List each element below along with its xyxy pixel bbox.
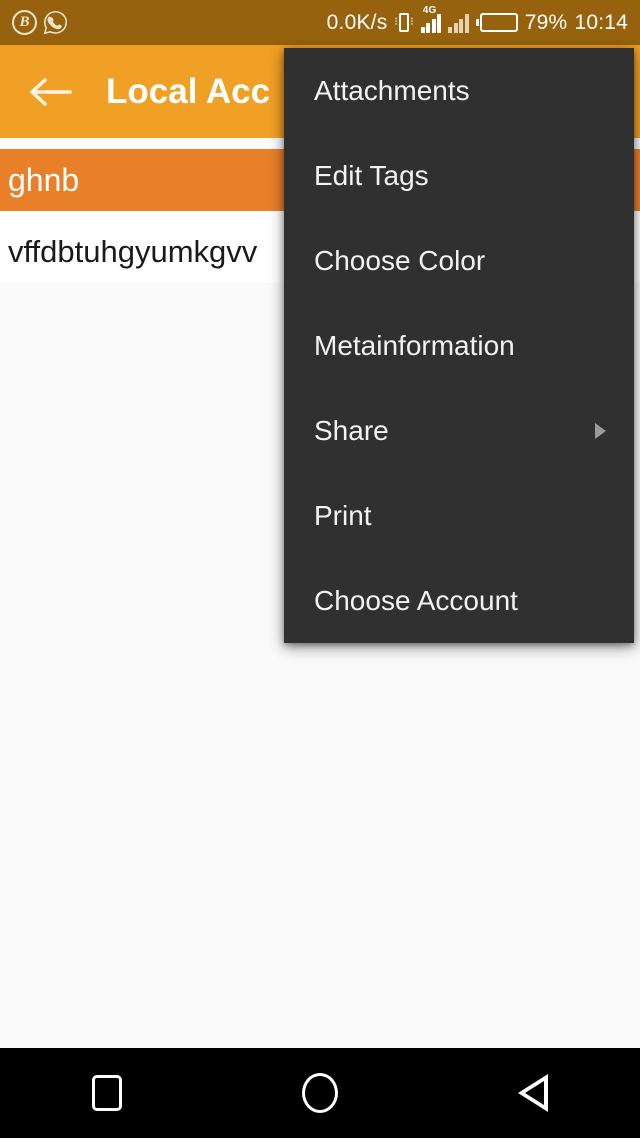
battery-percent-text: 79%: [524, 10, 568, 34]
network-speed-text: 0.0K/s: [326, 10, 388, 34]
signal-bar-4: [464, 13, 469, 33]
menu-item-choose-account[interactable]: Choose Account: [284, 558, 634, 643]
signal-bar-4: [437, 13, 442, 33]
signal-sim1-icon: 4G: [420, 5, 442, 33]
battery-tip: [475, 19, 479, 26]
menu-item-label: Metainformation: [314, 329, 515, 361]
battery-shell: [479, 13, 518, 32]
vibrate-phone-body: [399, 13, 410, 32]
menu-item-label: Attachments: [314, 74, 470, 106]
signal-bars-sim1: [420, 13, 442, 33]
signal-bar-1: [448, 26, 453, 33]
menu-item-share[interactable]: Share: [284, 388, 634, 473]
menu-item-label: Edit Tags: [314, 159, 429, 191]
chevron-right-icon: [595, 422, 606, 439]
menu-item-print[interactable]: Print: [284, 473, 634, 558]
menu-item-edit-tags[interactable]: Edit Tags: [284, 133, 634, 218]
battery-icon: [475, 13, 518, 32]
triangle-left-icon: [518, 1074, 549, 1112]
page-title: Local Acc: [106, 71, 271, 111]
network-type-label: 4G: [422, 4, 437, 16]
menu-item-label: Print: [314, 499, 372, 531]
back-arrow-icon[interactable]: [22, 64, 78, 120]
status-bar-right-indicators: 0.0K/s ⁝ ⁝ 4G 79% 10:14: [326, 5, 628, 35]
circle-icon: [301, 1073, 338, 1113]
android-navigation-bar: [0, 1048, 640, 1138]
recents-button[interactable]: [57, 1061, 157, 1125]
signal-bar-1: [420, 26, 425, 33]
whatsapp-icon: [43, 10, 68, 35]
signal-bar-2: [426, 22, 431, 33]
clock-text: 10:14: [574, 10, 628, 34]
overflow-menu[interactable]: Attachments Edit Tags Choose Color Metai…: [284, 48, 634, 643]
browser-b-icon-glyph: B: [19, 14, 30, 30]
signal-bar-2: [453, 22, 458, 33]
status-bar: B 0.0K/s ⁝ ⁝ 4G 79% 10:14: [0, 0, 640, 45]
signal-bar-3: [459, 18, 464, 33]
menu-item-attachments[interactable]: Attachments: [284, 48, 634, 133]
note-title-text: ghnb: [8, 161, 80, 198]
menu-item-label: Choose Account: [314, 584, 518, 616]
vibrate-icon: ⁝ ⁝: [394, 13, 414, 32]
vibrate-wave-left: ⁝: [394, 16, 399, 28]
menu-item-choose-color[interactable]: Choose Color: [284, 218, 634, 303]
status-bar-left-icons: B: [12, 10, 68, 35]
vibrate-wave-right: ⁝: [410, 16, 414, 28]
menu-item-metainformation[interactable]: Metainformation: [284, 303, 634, 388]
menu-item-label: Choose Color: [314, 244, 486, 276]
back-button[interactable]: [483, 1061, 583, 1125]
signal-bar-3: [431, 18, 436, 33]
menu-item-label: Share: [314, 414, 389, 446]
signal-sim2-icon: [448, 13, 469, 33]
home-button[interactable]: [270, 1061, 370, 1125]
signal-bars-sim2: [448, 13, 469, 33]
square-icon: [91, 1075, 122, 1111]
browser-b-icon: B: [12, 10, 37, 35]
